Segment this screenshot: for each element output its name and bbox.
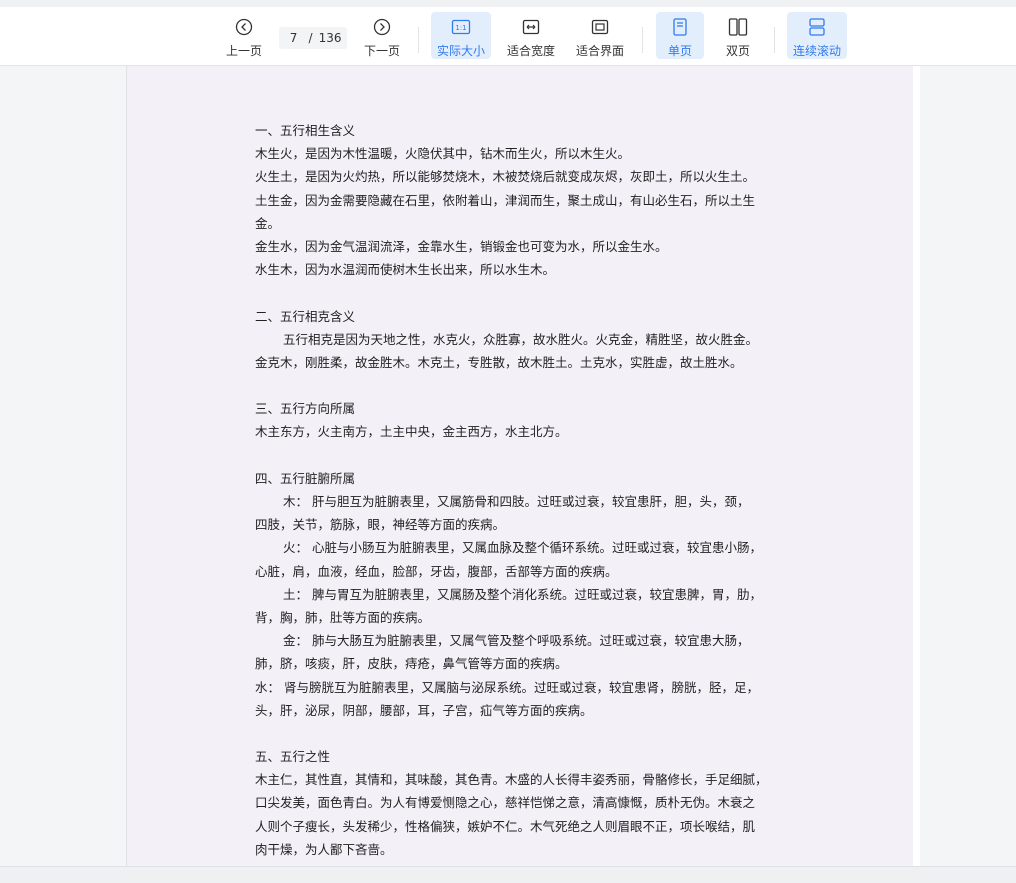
fit-page-icon: [589, 17, 611, 37]
one-to-one-icon: 1:1: [450, 17, 472, 37]
text-line: 二、五行相克含义: [255, 308, 356, 324]
page-number-input[interactable]: 7: [285, 31, 303, 45]
text-line: 心脏，肩，血液，经血，脸部，牙齿，腹部，舌部等方面的疾病。: [255, 563, 618, 579]
text-line: 木生火，是因为木性温暖，火隐伏其中，钻木而生火，所以木生火。: [255, 146, 631, 162]
text-line: 肺，脐，咳痰，肝，皮肤，痔疮，鼻气管等方面的疾病。: [255, 656, 568, 672]
text-line: 背，胸，肺，肚等方面的疾病。: [255, 609, 431, 625]
continuous-scroll-label: 连续滚动: [792, 44, 841, 58]
document-viewport[interactable]: 一、五行相生含义木生火，是因为木性温暖，火隐伏其中，钻木而生火，所以木生火。火生…: [0, 66, 1016, 866]
right-gutter: [913, 66, 920, 866]
text-line: 头，肝，泌尿，阴部，腰部，耳，子宫，疝气等方面的疾病。: [255, 702, 593, 718]
double-page-button[interactable]: 双页: [716, 12, 760, 59]
toolbar-divider: [418, 27, 419, 53]
text-line: 木主仁，其性直，其情和，其味酸，其色青。木盛的人长得丰姿秀丽，骨骼修长，手足细腻…: [255, 772, 768, 788]
text-line: 四、五行脏腑所属: [255, 470, 356, 486]
text-line: 四肢，关节，筋脉，眼，神经等方面的疾病。: [255, 517, 506, 533]
text-line: 肉干燥，为人鄙下吝啬。: [255, 841, 393, 857]
text-line: 水生木，因为水温润而使树木生长出来，所以水生木。: [255, 262, 556, 278]
single-page-icon: [669, 17, 691, 37]
page-separator: /: [308, 31, 313, 45]
viewer-toolbar: 上一页 7 / 136 下一页 1:1 实际大小 适合宽度 适合界面 单页 双页…: [0, 7, 1016, 66]
text-line: 火生土，是因为火灼热，所以能够焚烧木，木被焚烧后就变成灰烬，灰即土，所以火生土。: [255, 169, 756, 185]
text-line: 一、五行相生含义: [255, 123, 356, 138]
text-line: 金。: [255, 215, 281, 231]
next-page-button[interactable]: 下一页: [360, 12, 404, 59]
next-page-label: 下一页: [363, 44, 400, 58]
single-page-button[interactable]: 单页: [656, 12, 704, 59]
prev-page-button[interactable]: 上一页: [222, 12, 266, 59]
prev-page-label: 上一页: [225, 44, 262, 58]
fit-page-label: 适合界面: [575, 44, 624, 58]
actual-size-label: 实际大小: [436, 44, 485, 58]
continuous-scroll-icon: [806, 17, 828, 37]
text-line: 五行相克是因为天地之性，水克火，众胜寡，故水胜火。火克金，精胜坚，故火胜金。: [283, 331, 759, 347]
horizontal-scrollbar[interactable]: [0, 866, 1016, 883]
page-indicator: 7 / 136: [279, 27, 347, 49]
double-page-icon: [727, 17, 749, 37]
text-line: 口尖发美，面色青白。为人有博爱恻隐之心，慈祥恺悌之意，清高慷慨，质朴无伪。木衰之: [255, 795, 756, 811]
toolbar-divider: [774, 27, 775, 53]
chevron-right-circle-icon: [371, 17, 393, 37]
fit-page-button[interactable]: 适合界面: [572, 12, 628, 59]
text-line: 水： 肾与膀胱互为脏腑表里，又属脑与泌尿系统。过旺或过衰，较宜患肾，膀胱，胫，足…: [255, 679, 759, 695]
fit-width-button[interactable]: 适合宽度: [503, 12, 559, 59]
fit-width-icon: [520, 17, 542, 37]
text-line: 五、五行之性: [255, 749, 331, 765]
single-page-label: 单页: [667, 44, 692, 58]
text-line: 木主东方，火主南方，土主中央，金主西方，水主北方。: [255, 424, 568, 440]
fit-width-label: 适合宽度: [506, 44, 555, 58]
text-line: 人则个子瘦长，头发稀少，性格偏狭，嫉妒不仁。木气死绝之人则眉眼不正，项长喉结，肌: [255, 818, 756, 834]
double-page-label: 双页: [725, 44, 750, 58]
text-line: 金生水，因为金气温润流泽，金靠水生，销锻金也可变为水，所以金生水。: [255, 238, 668, 254]
text-line: 金克木，刚胜柔，故金胜木。木克土，专胜散，故木胜土。土克水，实胜虚，故土胜水。: [255, 354, 743, 370]
text-line: 三、五行方向所属: [255, 401, 356, 417]
continuous-scroll-button[interactable]: 连续滚动: [787, 12, 847, 59]
actual-size-button[interactable]: 1:1 实际大小: [431, 12, 491, 59]
text-line: 金： 肺与大肠互为脏腑表里，又属气管及整个呼吸系统。过旺或过衰，较宜患大肠，: [283, 633, 750, 649]
svg-text:1:1: 1:1: [455, 24, 466, 32]
text-line: 土生金，因为金需要隐藏在石里，依附着山，津润而生，聚土成山，有山必生石，所以土生: [255, 192, 756, 208]
toolbar-divider: [642, 27, 643, 53]
document-page: 一、五行相生含义木生火，是因为木性温暖，火隐伏其中，钻木而生火，所以木生火。火生…: [127, 66, 913, 866]
total-pages: 136: [318, 31, 342, 45]
text-line: 火： 心脏与小肠互为脏腑表里，又属血脉及整个循环系统。过旺或过衰，较宜患小肠，: [283, 540, 762, 556]
page-text: 一、五行相生含义木生火，是因为木性温暖，火隐伏其中，钻木而生火，所以木生火。火生…: [255, 119, 795, 861]
text-line: 木： 肝与胆互为脏腑表里，又属筋骨和四肢。过旺或过衰，较宜患肝，胆，头，颈，: [283, 494, 750, 509]
chevron-left-circle-icon: [233, 17, 255, 37]
text-line: 土： 脾与胃互为脏腑表里，又属肠及整个消化系统。过旺或过衰，较宜患脾，胃，肋，: [283, 586, 762, 602]
